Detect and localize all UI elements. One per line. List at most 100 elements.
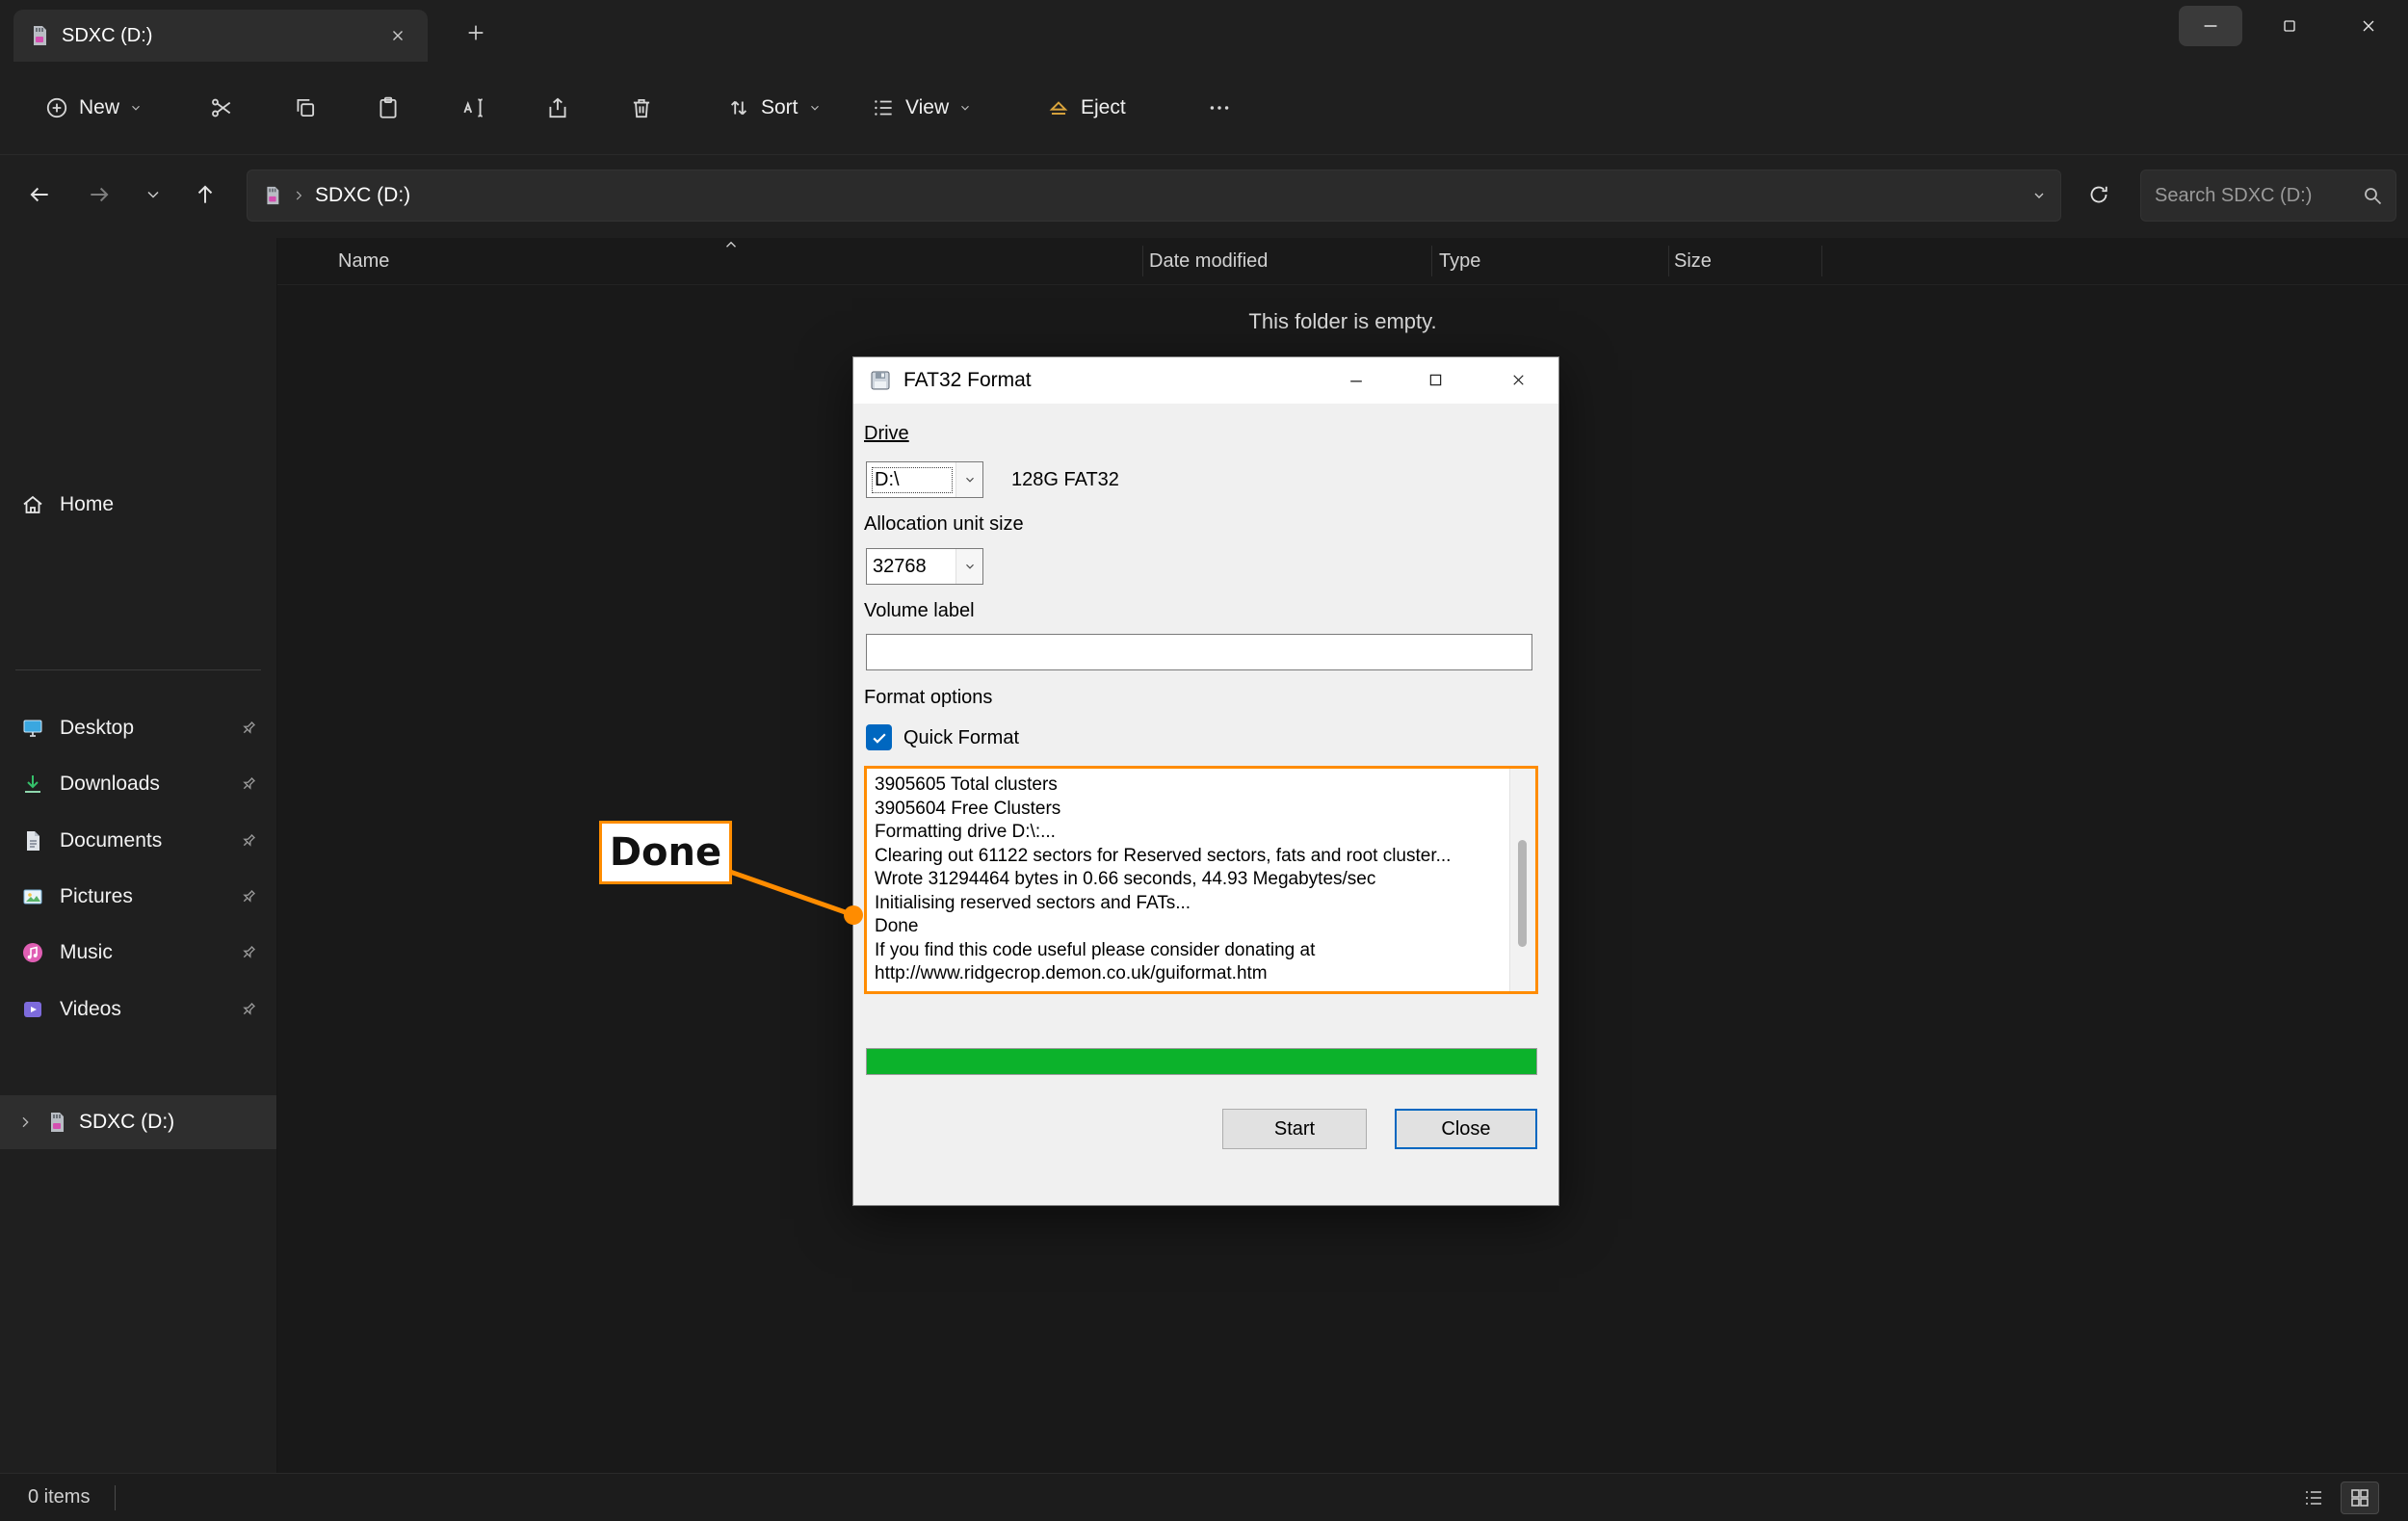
dialog-minimize-button[interactable] [1326, 357, 1386, 403]
drive-icon [27, 24, 50, 47]
sidebar-item-label: Home [60, 493, 114, 516]
drive-icon [261, 185, 282, 206]
close-button[interactable]: Close [1395, 1109, 1537, 1149]
column-header-size[interactable]: Size [1674, 238, 1712, 284]
chevron-down-icon[interactable] [955, 549, 982, 584]
sidebar-item-label: Downloads [60, 773, 160, 796]
sort-ascending-caret-icon [722, 236, 740, 253]
tab-close-button[interactable] [381, 19, 414, 52]
window-minimize-button[interactable] [2179, 6, 2242, 46]
pin-icon [239, 1000, 258, 1019]
eject-button-label: Eject [1081, 96, 1126, 119]
up-button[interactable] [183, 172, 227, 217]
back-button[interactable] [17, 172, 62, 217]
volume-label-label: Volume label [864, 600, 975, 622]
annotation-done-callout: Done [599, 821, 732, 884]
sidebar-item-home[interactable]: Home [8, 479, 268, 531]
volume-label-input[interactable] [866, 634, 1532, 670]
eject-button[interactable]: Eject [1034, 81, 1138, 135]
forward-button[interactable] [77, 172, 121, 217]
expand-chevron-icon[interactable] [17, 1115, 33, 1130]
sidebar-item-label: Documents [60, 829, 162, 852]
column-divider [1821, 246, 1822, 276]
address-dropdown-chevron-icon[interactable] [2031, 188, 2047, 203]
details-view-button[interactable] [2294, 1482, 2333, 1514]
view-list-icon [871, 95, 896, 120]
sidebar-item-label: Music [60, 941, 113, 964]
column-header-date-modified[interactable]: Date modified [1149, 238, 1268, 284]
format-progress-bar [866, 1048, 1537, 1075]
log-scrollbar-thumb[interactable] [1518, 840, 1527, 947]
format-dialog-icon [869, 369, 892, 392]
column-header-type[interactable]: Type [1439, 238, 1480, 284]
search-box[interactable] [2140, 170, 2396, 222]
window-maximize-button[interactable] [2258, 6, 2321, 46]
sidebar-item-desktop[interactable]: Desktop [8, 702, 268, 754]
dialog-close-button[interactable] [1488, 357, 1548, 403]
copy-button[interactable] [275, 81, 336, 135]
drive-select-value: D:\ [873, 468, 952, 492]
home-icon [21, 493, 44, 516]
status-divider [115, 1485, 116, 1510]
sidebar-item-downloads[interactable]: Downloads [8, 758, 268, 810]
downloads-icon [21, 773, 44, 796]
sidebar-item-label: SDXC (D:) [79, 1111, 174, 1134]
rename-button[interactable] [442, 81, 504, 135]
breadcrumb-segment[interactable]: SDXC (D:) [315, 184, 410, 207]
window-close-button[interactable] [2337, 6, 2400, 46]
command-bar: New Sort [0, 62, 2408, 155]
sidebar-item-documents[interactable]: Documents [8, 815, 268, 867]
format-log-output[interactable]: 3905605 Total clusters 3905604 Free Clus… [864, 766, 1538, 994]
allocation-unit-size-select[interactable]: 32768 [866, 548, 983, 585]
recent-locations-button[interactable] [131, 172, 175, 217]
chevron-down-icon [129, 101, 143, 115]
pin-icon [239, 943, 258, 962]
large-icons-view-button[interactable] [2341, 1482, 2379, 1514]
delete-button[interactable] [611, 81, 672, 135]
search-input[interactable] [2153, 184, 2353, 208]
more-ellipsis-icon [1207, 95, 1232, 120]
music-icon [21, 941, 44, 964]
paste-button[interactable] [357, 81, 419, 135]
explorer-tab[interactable]: SDXC (D:) [13, 10, 428, 62]
sidebar-item-videos[interactable]: Videos [8, 983, 268, 1036]
chevron-right-icon [292, 189, 305, 202]
new-button[interactable]: New [29, 81, 158, 135]
sidebar-item-label: Pictures [60, 885, 133, 908]
sort-button[interactable]: Sort [715, 81, 833, 135]
sidebar-item-label: Desktop [60, 717, 134, 740]
status-bar: 0 items [0, 1473, 2408, 1521]
pin-icon [239, 719, 258, 738]
videos-icon [21, 998, 44, 1021]
sidebar-item-pictures[interactable]: Pictures [8, 871, 268, 923]
address-row: SDXC (D:) [0, 155, 2408, 238]
address-bar[interactable]: SDXC (D:) [247, 170, 2061, 222]
drive-select[interactable]: D:\ [866, 461, 983, 498]
allocation-select-value: 32768 [873, 556, 952, 578]
chevron-down-icon [808, 101, 822, 115]
sidebar-separator [15, 669, 261, 670]
sidebar-item-music[interactable]: Music [8, 927, 268, 979]
view-button-label: View [905, 96, 949, 119]
quick-format-checkbox[interactable] [866, 724, 892, 750]
share-button[interactable] [527, 81, 589, 135]
empty-folder-message: This folder is empty. [277, 309, 2408, 334]
chevron-down-icon[interactable] [955, 462, 982, 497]
dialog-maximize-button[interactable] [1405, 357, 1465, 403]
pictures-icon [21, 885, 44, 908]
refresh-button[interactable] [2077, 172, 2121, 217]
see-more-button[interactable] [1192, 81, 1246, 135]
column-divider [1431, 246, 1432, 276]
view-button[interactable]: View [859, 81, 983, 135]
share-icon [545, 95, 570, 120]
desktop-icon [21, 717, 44, 740]
cut-button[interactable] [191, 81, 252, 135]
fat32-format-dialog: FAT32 Format Drive D:\ 128G FAT32 Alloca… [852, 356, 1559, 1206]
sidebar-item-sdxc-drive[interactable]: SDXC (D:) [0, 1095, 276, 1149]
copy-icon [293, 95, 318, 120]
new-tab-button[interactable] [455, 12, 497, 54]
log-scrollbar[interactable] [1509, 769, 1535, 991]
drive-icon [44, 1111, 67, 1134]
column-header-name[interactable]: Name [338, 238, 389, 284]
start-button[interactable]: Start [1222, 1109, 1367, 1149]
